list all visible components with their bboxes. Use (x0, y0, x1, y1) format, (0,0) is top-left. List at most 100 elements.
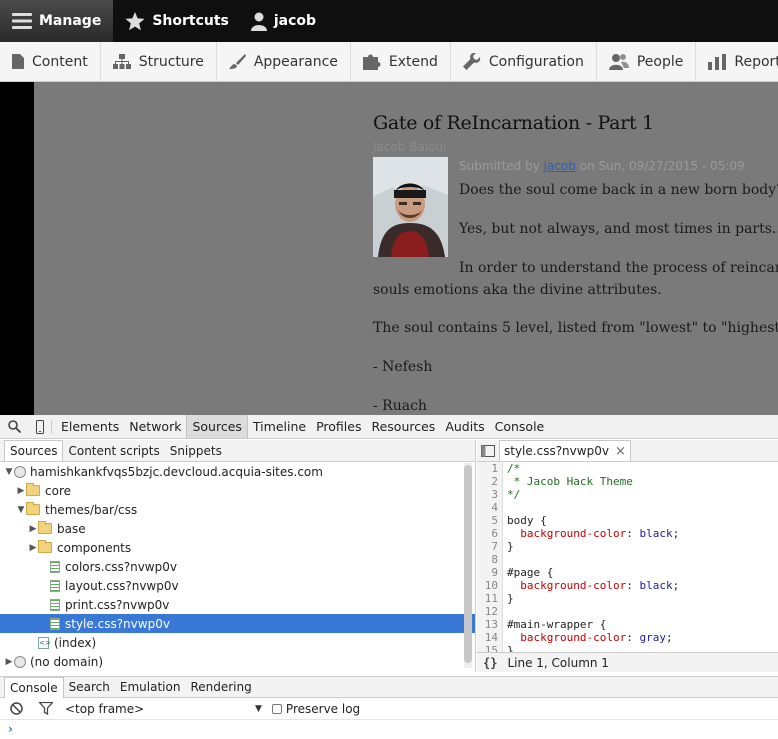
article-paragraph: - Nefesh (373, 359, 433, 375)
menu-reports[interactable]: Reports (696, 42, 778, 81)
tree-item-label: print.css?nvwp0v (65, 597, 170, 612)
sources-navigator: Sources Content scripts Snippets ▼ hamish… (0, 440, 476, 672)
pretty-print-icon[interactable]: {} (483, 656, 497, 670)
drawer-tab-rendering[interactable]: Rendering (185, 677, 256, 698)
code-line: 11} (477, 592, 778, 605)
toolbar-user[interactable]: jacob (241, 0, 328, 42)
page-black-strip (0, 82, 34, 415)
tab-network[interactable]: Network (124, 415, 186, 438)
code-area[interactable]: 1/* 2 * Jacob Hack Theme 3 */4 5 body {6 back… (477, 462, 778, 652)
menu-extend[interactable]: Extend (351, 42, 451, 81)
toolbar-user-label: jacob (273, 13, 317, 29)
code-token: } (507, 592, 514, 605)
toolbar-shortcuts[interactable]: Shortcuts (113, 0, 241, 42)
tree-item[interactable]: <> (index) (0, 633, 475, 652)
subtab-snippets[interactable]: Snippets (165, 440, 227, 461)
filter-icon[interactable] (39, 702, 53, 715)
drawer-tab-search[interactable]: Search (64, 677, 115, 698)
tab-audits[interactable]: Audits (440, 415, 489, 438)
tree-item[interactable]: print.css?nvwp0v (0, 595, 475, 614)
collapsed-arrow-icon[interactable]: ▶ (4, 657, 14, 667)
subtab-content-scripts[interactable]: Content scripts (63, 440, 164, 461)
code-text: */ (507, 488, 520, 501)
tree-item-label: (no domain) (30, 654, 104, 669)
code-token: black (639, 527, 673, 540)
tree-item[interactable]: colors.css?nvwp0v (0, 557, 475, 576)
code-text: #main-wrapper { (507, 618, 606, 631)
line-number: 14 (477, 631, 503, 644)
drawer-tab-emulation[interactable]: Emulation (115, 677, 186, 698)
clear-console-icon[interactable] (10, 702, 23, 715)
editor-file-tab[interactable]: style.css?nvwp0v × (499, 440, 631, 461)
code-token: gray (639, 631, 666, 644)
drawer-tab-console[interactable]: Console (4, 676, 64, 698)
menu-content[interactable]: Content (0, 42, 101, 81)
toolbar-manage[interactable]: Manage (0, 0, 114, 42)
tree-item[interactable]: layout.css?nvwp0v (0, 576, 475, 595)
code-token: background-color (507, 527, 627, 540)
frame-select[interactable]: <top frame> (65, 702, 255, 716)
tree-item-label: core (45, 483, 71, 498)
tree-item-label: themes/bar/css (45, 502, 138, 517)
toggle-navigator-icon[interactable] (481, 444, 495, 457)
chevron-down-icon[interactable]: ▼ (255, 704, 262, 714)
article-paragraph: - Ruach (373, 398, 427, 414)
device-mode-icon[interactable] (28, 419, 52, 434)
tree-item[interactable]: ▶ base (0, 519, 475, 538)
console-prompt[interactable]: › (8, 722, 13, 736)
code-text: } (507, 592, 514, 605)
article-paragraph: Does the soul come back in a new born bo… (459, 182, 778, 198)
tab-profiles[interactable]: Profiles (311, 415, 366, 438)
structure-icon (112, 54, 131, 69)
tree-item-label: (index) (54, 635, 97, 650)
collapsed-arrow-icon[interactable]: ▶ (28, 524, 38, 534)
expanded-arrow-icon[interactable]: ▼ (16, 505, 26, 515)
preserve-log-checkbox[interactable] (271, 703, 282, 714)
expanded-arrow-icon[interactable]: ▼ (4, 467, 14, 477)
tab-elements[interactable]: Elements (56, 415, 124, 438)
tab-console[interactable]: Console (490, 415, 550, 438)
navigator-scrollbar[interactable] (464, 463, 472, 668)
code-line: 9 #page { (477, 566, 778, 579)
subtab-sources[interactable]: Sources (4, 440, 64, 461)
tab-resources[interactable]: Resources (366, 415, 440, 438)
cursor-position: Line 1, Column 1 (507, 655, 609, 670)
code-token: #main-wrapper { (507, 618, 607, 631)
close-icon[interactable]: × (615, 444, 626, 459)
menu-structure[interactable]: Structure (101, 42, 217, 81)
tab-timeline[interactable]: Timeline (248, 415, 311, 438)
tree-item[interactable]: style.css?nvwp0v (0, 614, 475, 633)
code-line: 10 background-color: black; (477, 579, 778, 592)
tree-item[interactable]: ▶ (no domain) (0, 652, 475, 671)
article-paragraph: souls emotions aka the divine attributes… (373, 282, 662, 298)
collapsed-arrow-icon[interactable]: ▶ (28, 543, 38, 553)
console-toolbar: <top frame> ▼ Preserve log (0, 698, 778, 720)
globe-icon (14, 465, 26, 478)
code-text: } (507, 644, 514, 652)
puzzle-icon (362, 54, 381, 70)
tab-sources[interactable]: Sources (186, 415, 248, 438)
article-paragraph: Yes, but not always, and most times in p… (459, 221, 778, 237)
user-icon (250, 12, 267, 31)
code-line: 5 body { (477, 514, 778, 527)
collapsed-arrow-icon[interactable]: ▶ (16, 486, 26, 496)
code-token: ; (672, 527, 680, 540)
tree-item[interactable]: ▼ themes/bar/css (0, 500, 475, 519)
brush-icon (228, 54, 246, 69)
tree-item[interactable]: ▶ core (0, 481, 475, 500)
people-icon (608, 54, 629, 70)
code-token: : (626, 527, 640, 540)
file-tree: ▼ hamishkankfvqs5bzjc.devcloud.acquia-sit… (0, 462, 475, 671)
scroll-thumb[interactable] (464, 465, 472, 663)
inspect-search-icon[interactable] (0, 420, 28, 433)
navigator-subtabs: Sources Content scripts Snippets (0, 440, 475, 462)
submitted-user-link[interactable]: jacob (544, 159, 576, 173)
globe-icon (14, 655, 26, 668)
tree-item[interactable]: ▶ components (0, 538, 475, 557)
menu-configuration[interactable]: Configuration (451, 42, 597, 81)
star-icon (125, 11, 145, 30)
menu-appearance[interactable]: Appearance (217, 42, 351, 81)
menu-people[interactable]: People (597, 42, 697, 81)
code-token: ; (672, 579, 680, 592)
tree-item[interactable]: ▼ hamishkankfvqs5bzjc.devcloud.acquia-sit… (0, 462, 475, 481)
